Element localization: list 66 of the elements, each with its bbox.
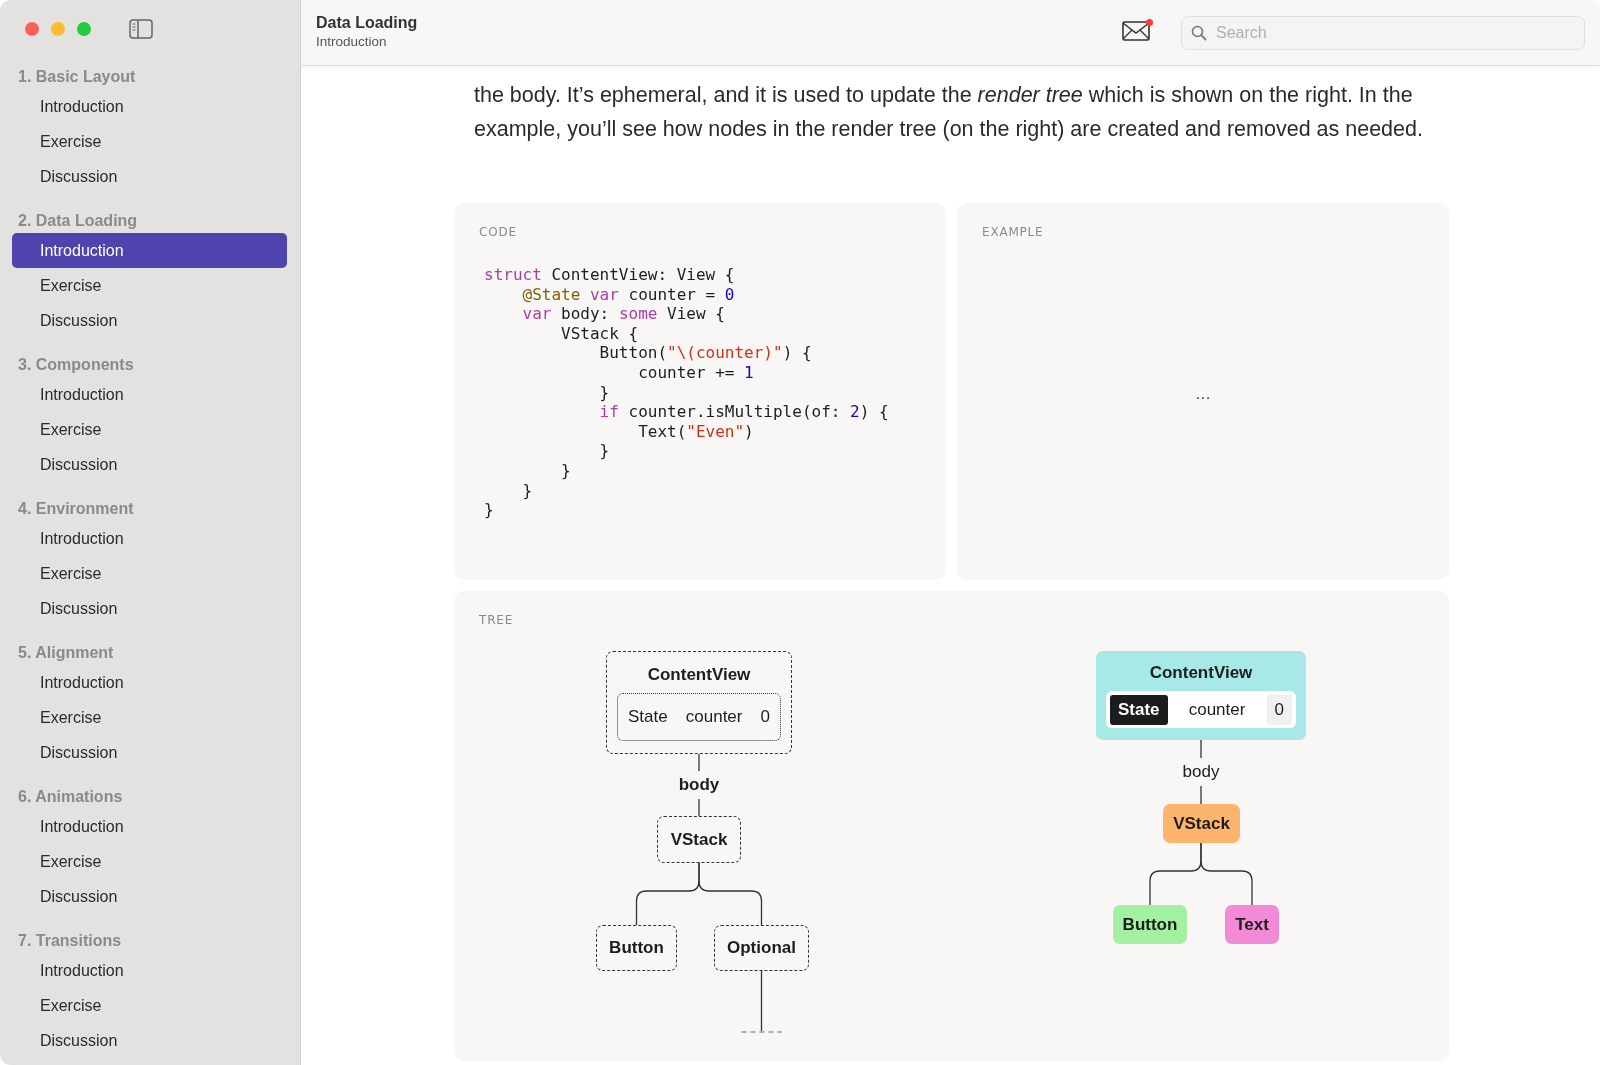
connector-line (1200, 785, 1202, 805)
section-heading: 3. Components (18, 355, 135, 375)
section-heading: 2. Data Loading (18, 211, 139, 231)
envelope-icon (1122, 21, 1150, 41)
state-value: 0 (1266, 694, 1292, 725)
state-name: counter (1188, 699, 1246, 720)
sidebar-item[interactable]: Introduction (12, 809, 287, 844)
connector-line (1200, 739, 1202, 759)
minimize-button[interactable] (51, 22, 65, 36)
search-field[interactable]: Search (1181, 15, 1585, 50)
section-heading: 6. Animations (18, 787, 124, 807)
section-heading: 1. Basic Layout (18, 67, 137, 87)
node-title: ContentView (647, 664, 751, 685)
state-tag: State (628, 706, 668, 727)
card-label: CODE (479, 225, 518, 239)
connector-line (698, 753, 700, 772)
tree-node: Button (596, 925, 677, 971)
close-button[interactable] (25, 22, 39, 36)
tree-node: VStack (1163, 804, 1240, 843)
body-paragraph: the body. It’s ephemeral, and it is used to update the render tree which is shown on the right. In the example, you’ll see how nodes in the render tree (on the right) are created and removed as needed. (474, 82, 1424, 143)
sidebar-item[interactable]: Exercise (12, 844, 287, 879)
sidebar-item[interactable]: Discussion (12, 735, 287, 770)
state-name: counter (685, 706, 743, 727)
section-heading: 4. Environment (18, 499, 135, 519)
tree-node: VStack (657, 816, 741, 863)
sidebar-item[interactable]: Introduction (12, 233, 287, 268)
sidebar-item[interactable]: Exercise (12, 556, 287, 591)
sidebar-toggle-icon[interactable] (129, 19, 153, 39)
sidebar-item[interactable]: Discussion (12, 303, 287, 338)
state-tag: State (1110, 694, 1168, 725)
state-value: 0 (760, 706, 770, 727)
tree-node: Optional (714, 925, 809, 971)
code-text: struct ContentView: View { @State var counter = 0 var body: some View { VStack { Button("\(counter)") { counter += 1 } if counter.isMultiple(of: 2) { Text("Even") } } } } (484, 265, 890, 520)
sidebar-item[interactable]: Discussion (12, 447, 287, 482)
sidebar-item[interactable]: Exercise (12, 124, 287, 159)
sidebar-item[interactable]: Exercise (12, 700, 287, 735)
node-title: ContentView (1149, 663, 1253, 683)
edge-label: body (1181, 761, 1221, 783)
connector-line (698, 862, 763, 926)
card-label: EXAMPLE (982, 225, 1045, 239)
page-title: Data Loading (316, 14, 419, 32)
search-icon (1191, 24, 1207, 41)
zoom-button[interactable] (77, 22, 91, 36)
sidebar-item[interactable]: Introduction (12, 89, 287, 124)
connector-line (1200, 842, 1253, 906)
sidebar-item[interactable]: Discussion (12, 159, 287, 194)
sidebar-item[interactable]: Introduction (12, 665, 287, 700)
sidebar-item[interactable]: Exercise (12, 268, 287, 303)
section-heading: 7. Transitions (18, 931, 123, 951)
ellipsis-text: … (1195, 385, 1211, 403)
cut-off-connector (740, 970, 783, 1033)
connector-line (698, 798, 700, 817)
sidebar-item[interactable]: Introduction (12, 377, 287, 412)
sidebar-item[interactable]: Discussion (12, 879, 287, 914)
sidebar-item[interactable]: Exercise (12, 412, 287, 447)
sidebar-item[interactable]: Discussion (12, 1023, 287, 1058)
page-subtitle: Introduction (316, 34, 388, 49)
section-heading: 5. Alignment (18, 643, 115, 663)
card-label: TREE (479, 613, 515, 627)
sidebar-item[interactable]: Introduction (12, 953, 287, 988)
sidebar-item[interactable]: Discussion (12, 591, 287, 626)
sidebar-item[interactable]: Introduction (12, 521, 287, 556)
sidebar-item[interactable]: Exercise (12, 988, 287, 1023)
edge-label: body (677, 774, 721, 796)
tree-node: Button (1113, 905, 1187, 944)
tree-node: Text (1225, 905, 1279, 944)
